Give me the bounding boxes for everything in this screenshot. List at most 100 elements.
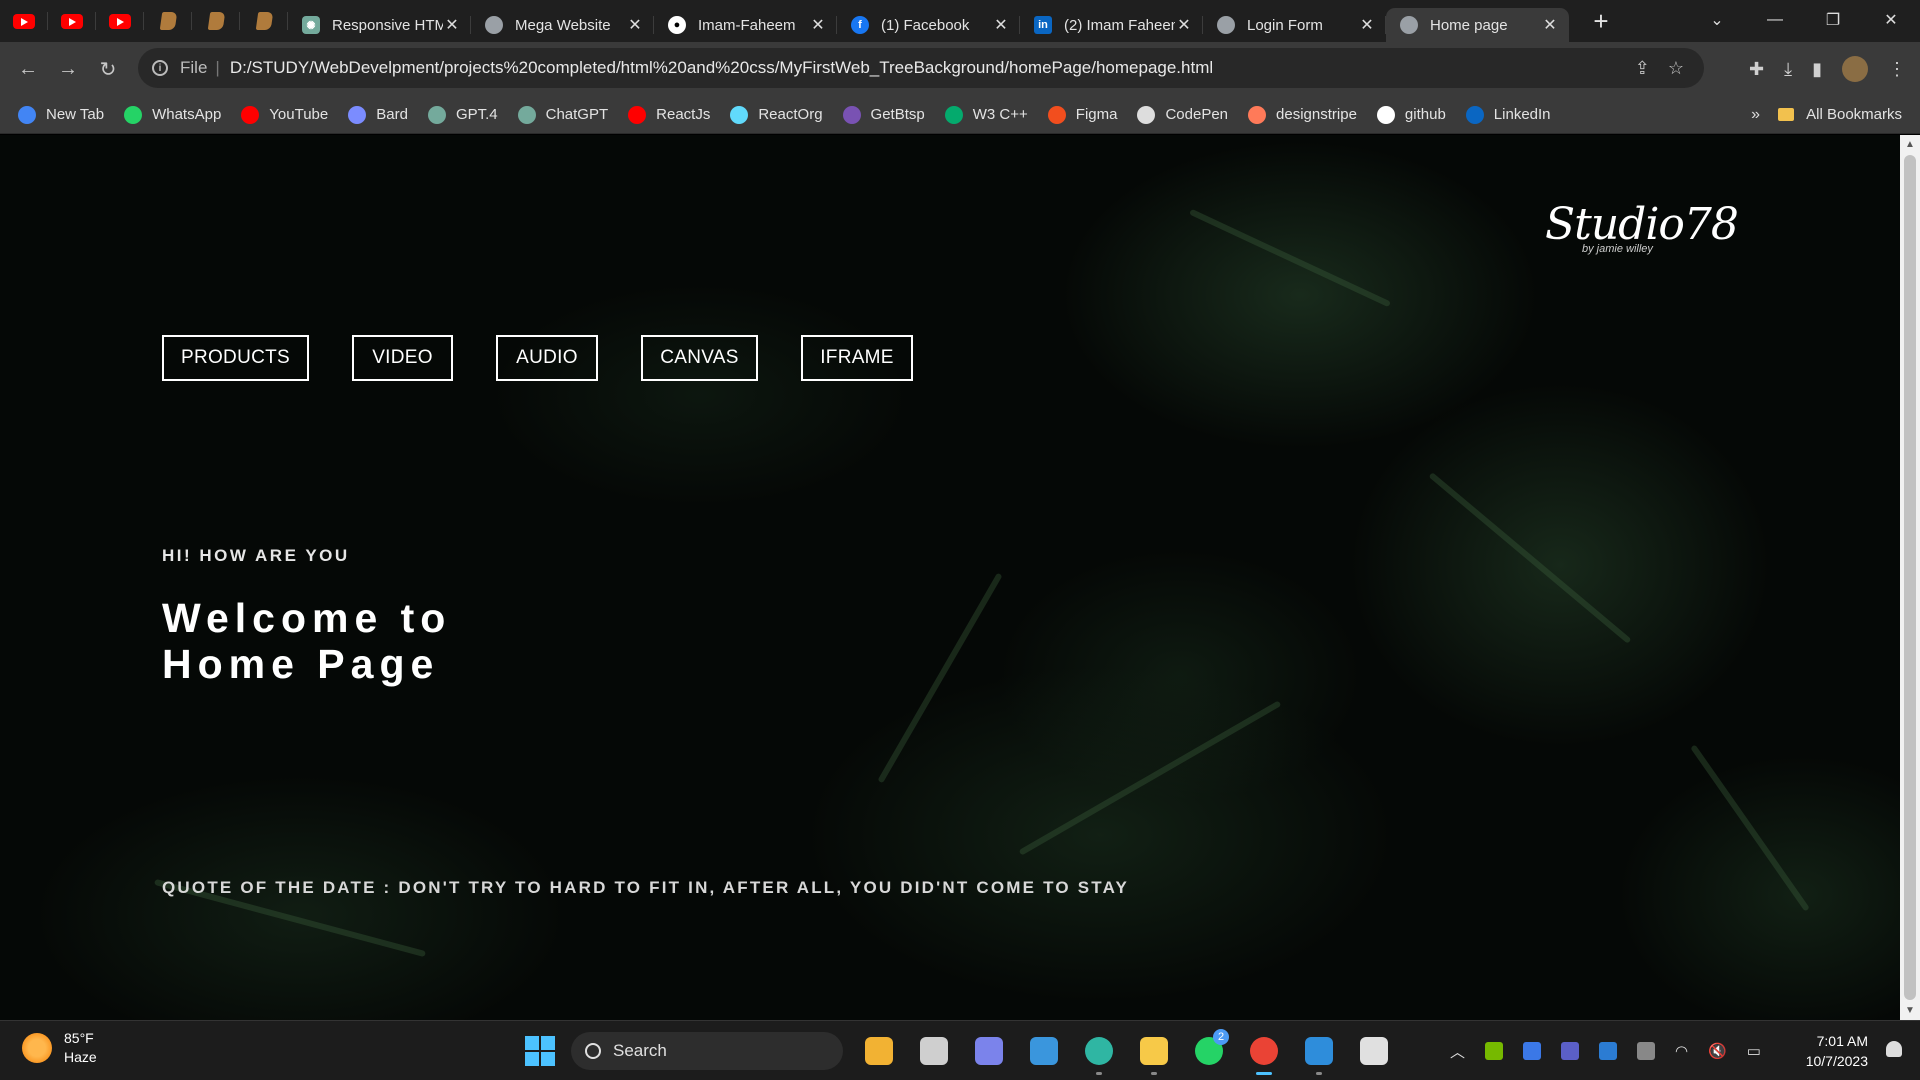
close-icon[interactable]: ✕ (626, 15, 644, 35)
wifi-icon[interactable]: ◠ (1675, 1042, 1688, 1060)
close-icon[interactable]: ✕ (809, 15, 827, 35)
all-bookmarks-button[interactable]: All Bookmarks (1778, 106, 1902, 123)
tab-facebook[interactable]: f (1) Facebook ✕ (837, 8, 1020, 42)
pinned-tab-blogger-1[interactable] (144, 0, 192, 42)
menu-products-button[interactable]: PRODUCTS (162, 335, 309, 381)
copilot-preview-app[interactable] (859, 1031, 899, 1071)
bookmark-w3-c-[interactable]: W3 C++ (944, 105, 1028, 124)
start-button[interactable] (525, 1036, 555, 1066)
bookmarks-overflow-button[interactable]: » (1751, 106, 1760, 124)
task-view-app[interactable] (914, 1031, 954, 1071)
bookmark-youtube[interactable]: YouTube (241, 105, 328, 124)
url-text[interactable]: D:/STUDY/WebDevelpment/projects%20comple… (230, 58, 1213, 78)
bookmark-favicon-icon (427, 105, 446, 124)
close-icon[interactable]: ✕ (443, 15, 461, 35)
onedrive-icon[interactable] (1637, 1042, 1656, 1060)
vscode-icon (1305, 1037, 1333, 1065)
file-explorer-app[interactable] (1134, 1031, 1174, 1075)
chevron-up-icon[interactable]: ︿ (1450, 1041, 1465, 1062)
bookmark-bard[interactable]: Bard (348, 105, 408, 124)
extensions-icon[interactable]: ✚ (1749, 59, 1764, 80)
pinned-tab-youtube-1[interactable] (0, 0, 48, 42)
download-icon[interactable]: ⤓ (1784, 59, 1792, 80)
weather-widget[interactable]: 85°F Haze (22, 1029, 97, 1067)
notification-bell-icon[interactable] (1886, 1041, 1902, 1057)
security-shield-icon[interactable] (1523, 1042, 1542, 1060)
battery-icon[interactable]: ▭ (1747, 1042, 1761, 1060)
tab-linkedin[interactable]: in (2) Imam Faheem ✕ (1020, 8, 1203, 42)
close-icon[interactable]: ✕ (1358, 15, 1376, 35)
bookmark-getbtsp[interactable]: GetBtsp (842, 105, 925, 124)
pinned-tab-blogger-2[interactable] (192, 0, 240, 42)
bookmark-figma[interactable]: Figma (1047, 105, 1117, 124)
vscode-app[interactable] (1299, 1031, 1339, 1075)
bookmark-new-tab[interactable]: New Tab (18, 105, 104, 124)
bookmark-star-icon[interactable]: ☆ (1668, 58, 1684, 79)
bookmark-codepen[interactable]: CodePen (1137, 105, 1228, 124)
taskbar-search[interactable]: Search (571, 1032, 843, 1070)
chrome-app[interactable] (1244, 1031, 1284, 1075)
bookmark-favicon-icon (944, 105, 963, 124)
menu-kebab-icon[interactable]: ⋮ (1888, 59, 1906, 80)
new-tab-button[interactable]: + (1587, 6, 1615, 37)
bookmark-favicon-icon (1465, 105, 1484, 124)
bookmark-github[interactable]: github (1376, 105, 1446, 124)
close-window-button[interactable]: ✕ (1862, 10, 1920, 30)
bookmark-chatgpt[interactable]: ChatGPT (517, 105, 608, 124)
nvidia-icon[interactable] (1485, 1042, 1504, 1060)
scrollbar-thumb[interactable] (1904, 155, 1916, 1000)
microsoft-store-app[interactable] (1024, 1031, 1064, 1071)
bookmark-reactorg[interactable]: ReactOrg (730, 105, 823, 124)
clock[interactable]: 7:01 AM 10/7/2023 (1806, 1031, 1868, 1071)
page-scrollbar[interactable]: ▲ ▼ (1900, 135, 1920, 1020)
whatsapp-app[interactable]: 2 (1189, 1029, 1229, 1071)
task-view-icon (920, 1037, 948, 1065)
chrome-icon (1250, 1037, 1278, 1065)
volume-muted-icon[interactable]: 🔇 (1708, 1042, 1727, 1060)
folder-icon (1778, 108, 1795, 121)
close-icon[interactable]: ✕ (1175, 15, 1193, 35)
tab-imam-faheem-github[interactable]: ● Imam-Faheem ✕ (654, 8, 837, 42)
bookmark-designstripe[interactable]: designstripe (1248, 105, 1357, 124)
share-icon[interactable]: ⇪ (1635, 58, 1650, 79)
forward-button[interactable]: → (48, 58, 88, 81)
tab-login-form[interactable]: Login Form ✕ (1203, 8, 1386, 42)
globe-icon (1400, 16, 1418, 34)
menu-video-button[interactable]: VIDEO (352, 335, 453, 381)
bookmark-linkedin[interactable]: LinkedIn (1465, 105, 1551, 124)
bookmark-favicon-icon (517, 105, 536, 124)
menu-iframe-button[interactable]: IFRAME (801, 335, 913, 381)
calendar-app[interactable] (1354, 1031, 1394, 1071)
restore-button[interactable]: ❐ (1804, 10, 1862, 30)
pinned-tab-youtube-2[interactable] (48, 0, 96, 42)
bookmark-whatsapp[interactable]: WhatsApp (124, 105, 221, 124)
scroll-up-arrow-icon[interactable]: ▲ (1905, 139, 1915, 150)
windows-taskbar: 85°F Haze Search 2 ︿ ◠ 🔇 ▭ 7:01 AM 10/7/… (0, 1020, 1920, 1080)
bookmark-label: LinkedIn (1493, 106, 1551, 123)
tab-responsive-html[interactable]: ✺ Responsive HTML ✕ (288, 8, 471, 42)
info-icon[interactable]: i (152, 60, 168, 76)
teams-icon[interactable] (1561, 1042, 1580, 1060)
menu-audio-button[interactable]: AUDIO (496, 335, 598, 381)
address-bar[interactable]: i File | D:/STUDY/WebDevelpment/projects… (138, 48, 1704, 88)
scroll-down-arrow-icon[interactable]: ▼ (1905, 1005, 1915, 1016)
teams-chat-app[interactable] (969, 1031, 1009, 1071)
bookmark-gpt-4[interactable]: GPT.4 (427, 105, 498, 124)
close-icon[interactable]: ✕ (1541, 15, 1559, 35)
side-panel-icon[interactable]: ▮ (1812, 59, 1822, 80)
tab-mega-website[interactable]: Mega Website ✕ (471, 8, 654, 42)
minimize-button[interactable]: — (1746, 11, 1804, 29)
word-icon[interactable] (1599, 1042, 1618, 1060)
back-button[interactable]: ← (8, 58, 48, 81)
profile-avatar[interactable] (1842, 56, 1868, 82)
reload-button[interactable]: ↻ (88, 57, 128, 82)
pinned-tab-blogger-3[interactable] (240, 0, 288, 42)
close-icon[interactable]: ✕ (992, 15, 1010, 35)
microsoft-store-icon (1030, 1037, 1058, 1065)
pinned-tab-youtube-3[interactable] (96, 0, 144, 42)
edge-app[interactable] (1079, 1031, 1119, 1075)
tab-home-page[interactable]: Home page ✕ (1386, 8, 1569, 42)
menu-canvas-button[interactable]: CANVAS (641, 335, 758, 381)
tab-search-icon[interactable]: ⌄ (1688, 10, 1746, 30)
bookmark-reactjs[interactable]: ReactJs (628, 105, 710, 124)
